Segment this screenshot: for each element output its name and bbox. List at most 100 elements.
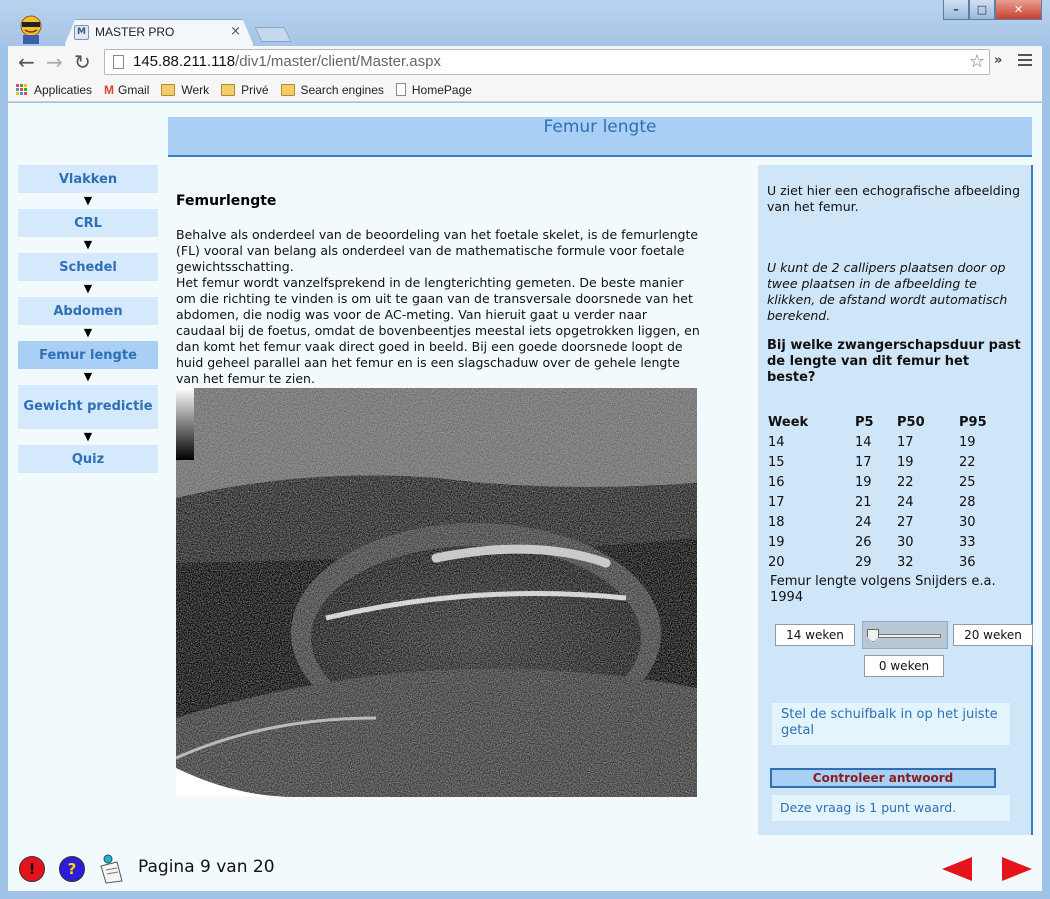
apps-grid-icon: [16, 83, 28, 96]
menu-icon[interactable]: [1018, 54, 1032, 69]
table-cell: 30: [959, 514, 976, 530]
bookmark-prive[interactable]: Privé: [221, 83, 269, 97]
table-cell: 22: [897, 474, 914, 490]
nav-down-arrow-icon: ▼: [83, 326, 93, 339]
page-icon: [113, 55, 124, 69]
content-paragraph-1: Behalve als onderdeel van de beoordeling…: [176, 227, 699, 274]
stop-icon[interactable]: !: [19, 856, 45, 882]
nav-down-arrow-icon: ▼: [83, 238, 93, 251]
check-answer-button[interactable]: Controleer antwoord: [770, 768, 996, 788]
help-icon[interactable]: ?: [59, 856, 85, 882]
table-cell: 29: [855, 554, 872, 570]
reload-icon[interactable]: ↻: [74, 52, 91, 72]
table-cell: 26: [855, 534, 872, 550]
main-content: Femurlengte Behalve als onderdeel van de…: [176, 193, 700, 387]
browser-toolbar: ← → ↻ 145.88.211.118/div1/master/client/…: [8, 46, 1042, 78]
table-cell: 32: [897, 554, 914, 570]
extensions-overflow-icon[interactable]: »: [994, 53, 1002, 68]
nav-item-gewicht-predictie[interactable]: Gewicht predictie: [18, 385, 158, 429]
table-header: P95: [959, 414, 987, 430]
maximize-button[interactable]: □: [969, 0, 995, 20]
new-tab-button[interactable]: [254, 27, 292, 42]
table-cell: 30: [897, 534, 914, 550]
weeks-slider[interactable]: [862, 621, 948, 649]
gmail-icon: M: [104, 82, 115, 97]
panel-question: Bij welke zwangerschapsduur past de leng…: [767, 338, 1021, 385]
question-panel: U ziet hier een echografische afbeelding…: [758, 165, 1033, 835]
content-paragraph-2: Het femur wordt vanzelfsprekend in de le…: [176, 275, 700, 386]
bookmark-homepage[interactable]: HomePage: [395, 83, 472, 97]
table-header: Week: [768, 414, 809, 430]
table-header: P5: [855, 414, 874, 430]
table-cell: 17: [768, 494, 785, 510]
table-header-row: Week P5 P50 P95: [768, 412, 999, 432]
page-title: Femur lengte: [168, 117, 1032, 157]
table-cell: 19: [768, 534, 785, 550]
table-cell: 21: [855, 494, 872, 510]
close-window-button[interactable]: ✕: [995, 0, 1042, 20]
next-page-arrow-icon[interactable]: [1002, 857, 1032, 881]
nav-item-schedel[interactable]: Schedel: [18, 253, 158, 281]
forward-arrow-icon[interactable]: →: [46, 52, 63, 72]
nav-item-abdomen[interactable]: Abdomen: [18, 297, 158, 325]
section-nav: Vlakken ▼ CRL ▼ Schedel ▼ Abdomen ▼ Femu…: [18, 165, 158, 473]
table-cell: 25: [959, 474, 976, 490]
folder-icon: [280, 83, 295, 96]
bookmark-apps[interactable]: Applicaties: [16, 83, 92, 97]
table-cell: 36: [959, 554, 976, 570]
tab-close-icon[interactable]: ×: [230, 24, 241, 39]
bookmark-search-engines[interactable]: Search engines: [280, 83, 384, 97]
nav-item-vlakken[interactable]: Vlakken: [18, 165, 158, 193]
table-cell: 24: [897, 494, 914, 510]
table-cell: 17: [855, 454, 872, 470]
notes-icon[interactable]: [97, 854, 125, 884]
table-cell: 33: [959, 534, 976, 550]
nav-down-arrow-icon: ▼: [83, 282, 93, 295]
nav-item-crl[interactable]: CRL: [18, 209, 158, 237]
bookmarks-bar: Applicaties M Gmail Werk Privé Search en…: [8, 78, 1042, 102]
table-row: 16 19 22 25: [768, 472, 999, 492]
table-row: 17 21 24 28: [768, 492, 999, 512]
tab-title: MASTER PRO: [95, 25, 175, 39]
table-row: 20 29 32 36: [768, 552, 999, 572]
back-arrow-icon[interactable]: ←: [18, 52, 35, 72]
slider-track[interactable]: [871, 634, 941, 638]
table-cell: 20: [768, 554, 785, 570]
bookmark-star-icon[interactable]: ☆: [969, 51, 985, 72]
table-cell: 19: [897, 454, 914, 470]
address-bar[interactable]: 145.88.211.118/div1/master/client/Master…: [104, 49, 990, 75]
table-cell: 22: [959, 454, 976, 470]
page: Femur lengte Vlakken ▼ CRL ▼ Schedel ▼ A…: [8, 103, 1042, 891]
table-cell: 19: [959, 434, 976, 450]
nav-down-arrow-icon: ▼: [83, 370, 93, 383]
bookmark-gmail[interactable]: M Gmail: [104, 83, 149, 97]
nav-down-arrow-icon: ▼: [83, 194, 93, 207]
slider-value-output: 0 weken: [864, 655, 944, 677]
table-row: 15 17 19 22: [768, 452, 999, 472]
nav-item-femur-lengte[interactable]: Femur lengte: [18, 341, 158, 369]
table-cell: 27: [897, 514, 914, 530]
table-header: P50: [897, 414, 925, 430]
nav-item-quiz[interactable]: Quiz: [18, 445, 158, 473]
table-cell: 17: [897, 434, 914, 450]
table-cell: 15: [768, 454, 785, 470]
slider-max-label: 20 weken: [953, 624, 1033, 646]
table-cell: 16: [768, 474, 785, 490]
nav-down-arrow-icon: ▼: [83, 430, 93, 443]
table-cell: 14: [855, 434, 872, 450]
minimize-button[interactable]: –: [943, 0, 969, 20]
bookmark-werk[interactable]: Werk: [161, 83, 209, 97]
slider-thumb[interactable]: [867, 629, 879, 642]
window-controls: – □ ✕: [943, 0, 1042, 20]
femur-reference-table: Week P5 P50 P95 14 14 17 19 15 17 19 22 16 19 22…: [768, 412, 999, 572]
panel-intro: U ziet hier een echografische afbeelding…: [767, 183, 1021, 214]
ultrasound-image[interactable]: [176, 388, 697, 797]
table-cell: 18: [768, 514, 785, 530]
browser-tab[interactable]: M MASTER PRO ×: [64, 19, 254, 46]
hint-message: Stel de schuifbalk in op het juiste geta…: [772, 703, 1010, 745]
previous-page-arrow-icon[interactable]: [942, 857, 972, 881]
mascot-icon: [20, 15, 42, 44]
page-counter: Pagina 9 van 20: [138, 857, 275, 877]
slider-min-label: 14 weken: [775, 624, 855, 646]
tab-favicon-icon: M: [74, 25, 89, 40]
